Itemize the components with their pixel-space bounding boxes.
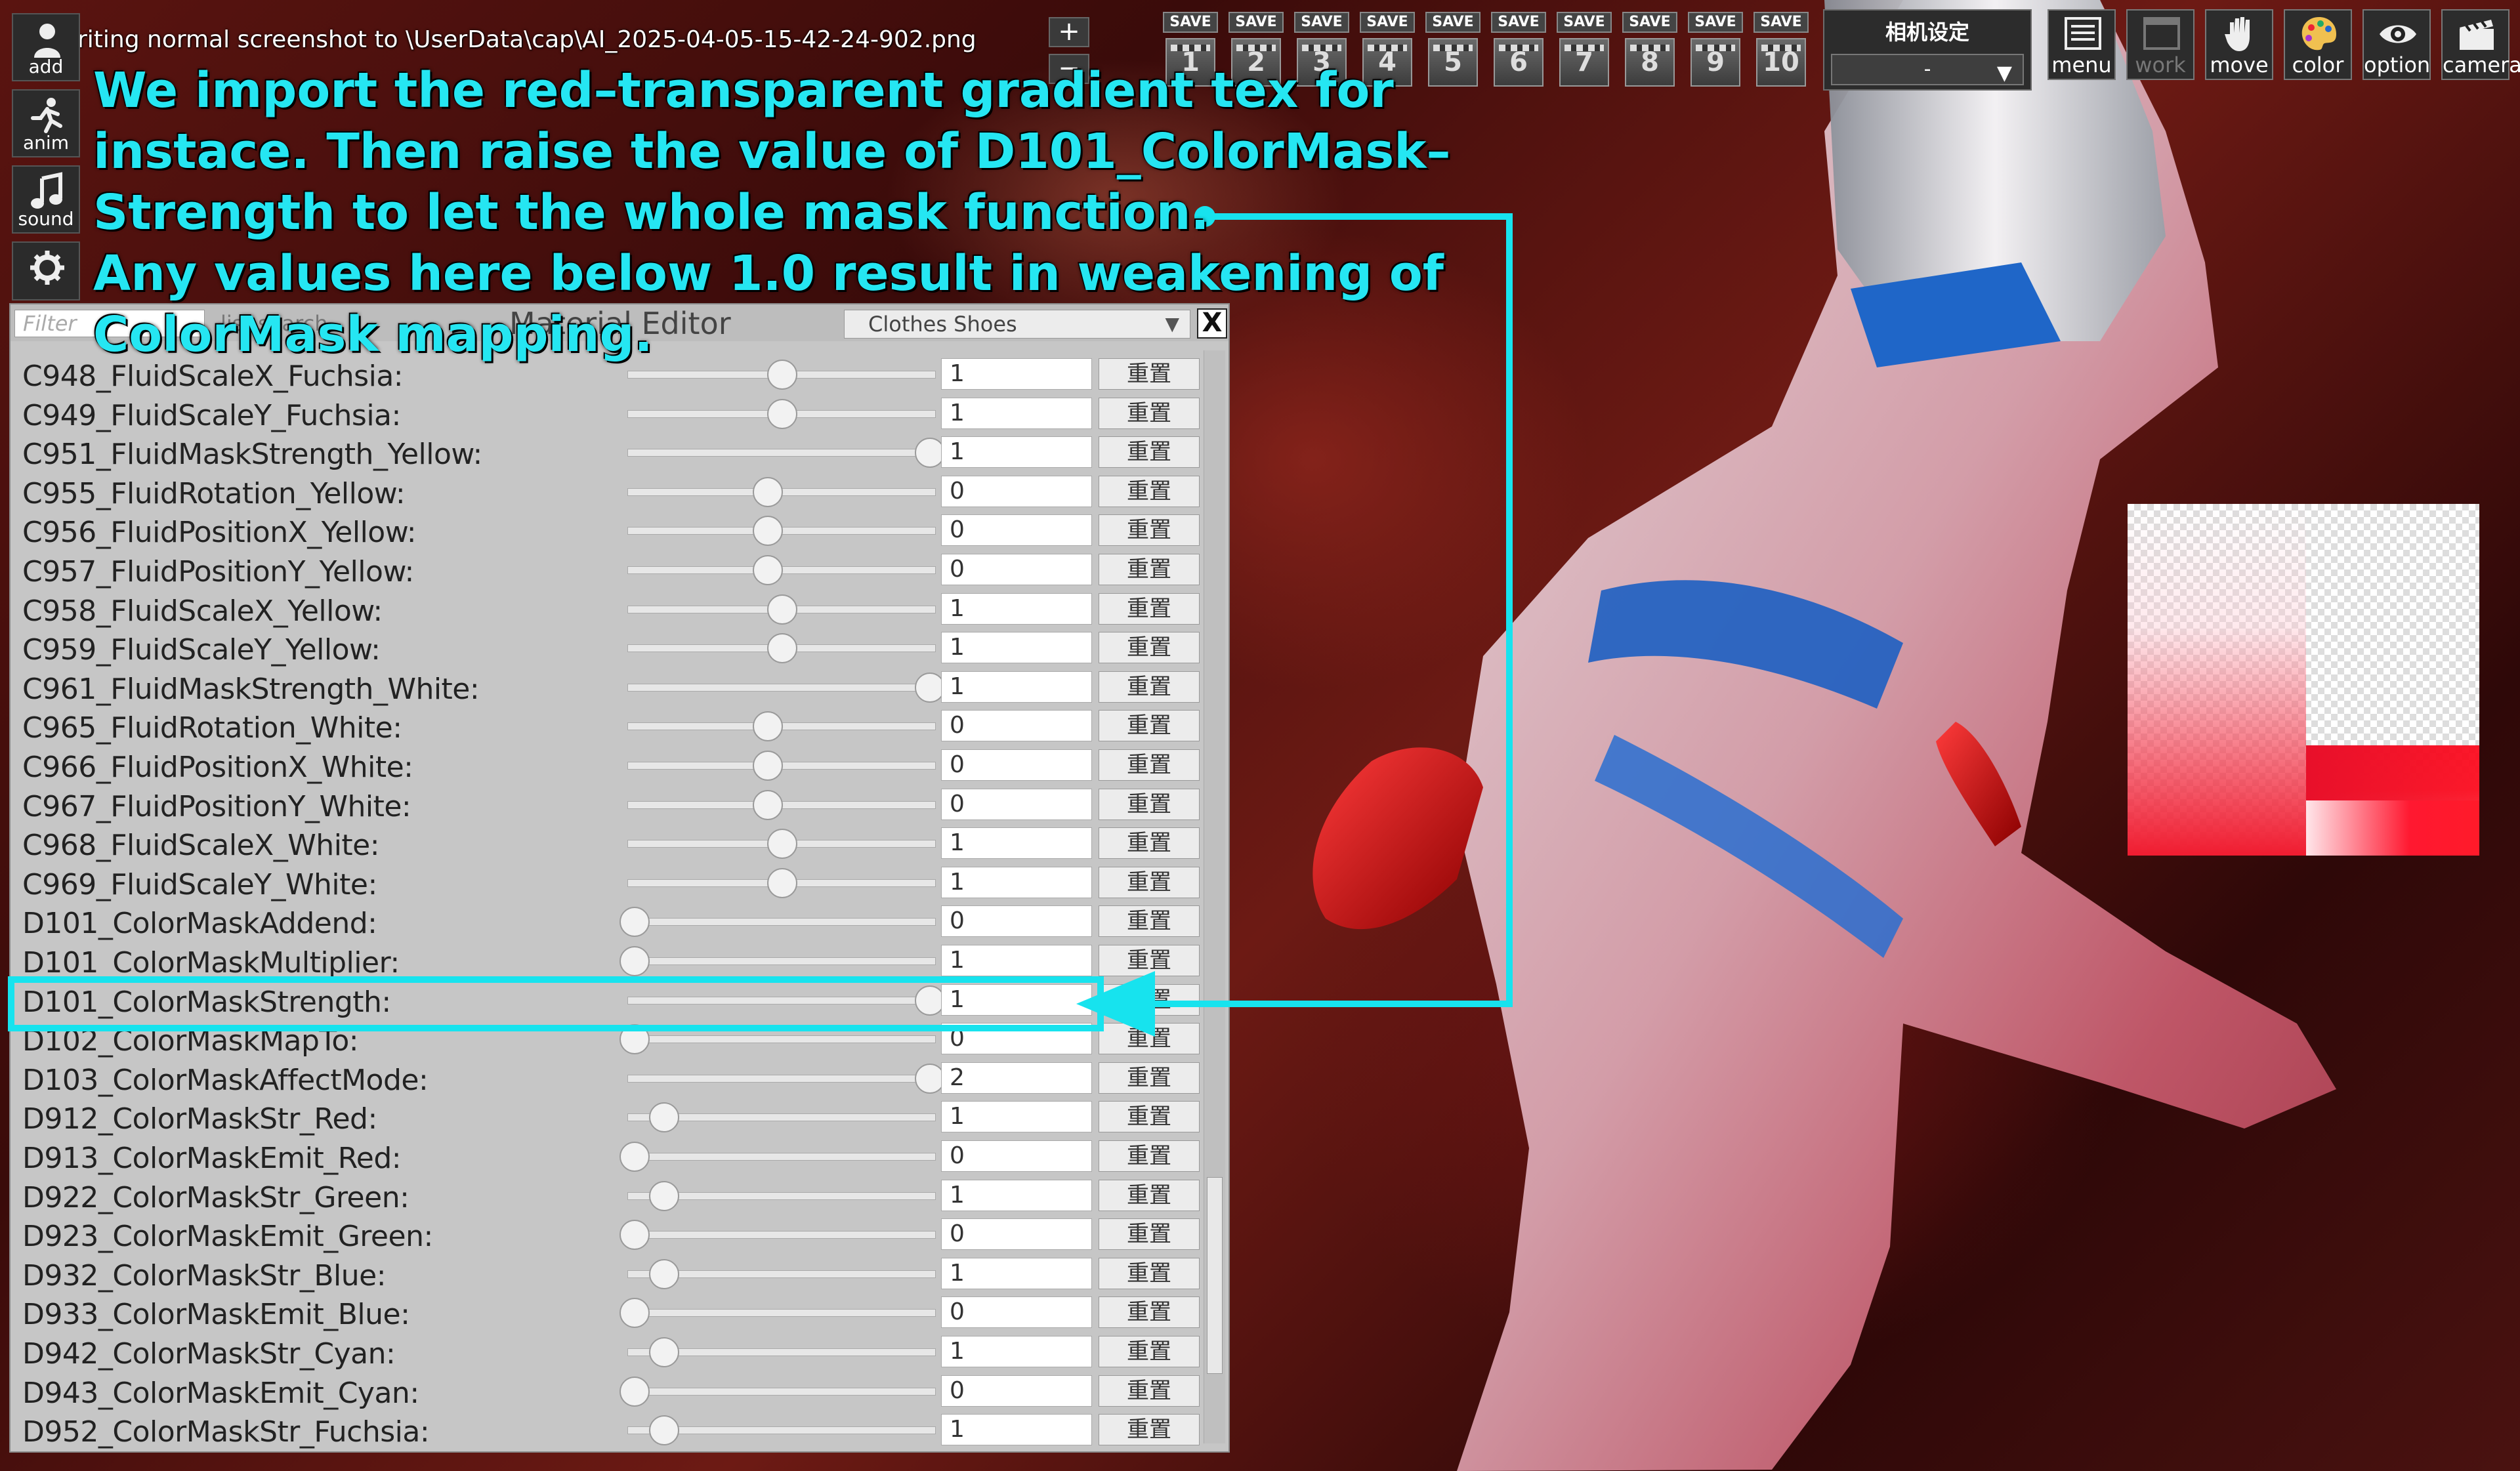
annotation-line: Any values here below 1.0 result in weak… [93,245,1444,302]
annotation-line: instace. Then raise the value of D101_Co… [93,123,1451,180]
annotation-text: We import the red–transparent gradient t… [93,60,1471,365]
annotation-line: Strength to let the whole mask function. [93,184,1209,241]
annotation-line: We import the red–transparent gradient t… [93,62,1394,119]
annotation-line: ColorMask mapping. [93,306,653,363]
arrow-head [1076,971,1155,1037]
